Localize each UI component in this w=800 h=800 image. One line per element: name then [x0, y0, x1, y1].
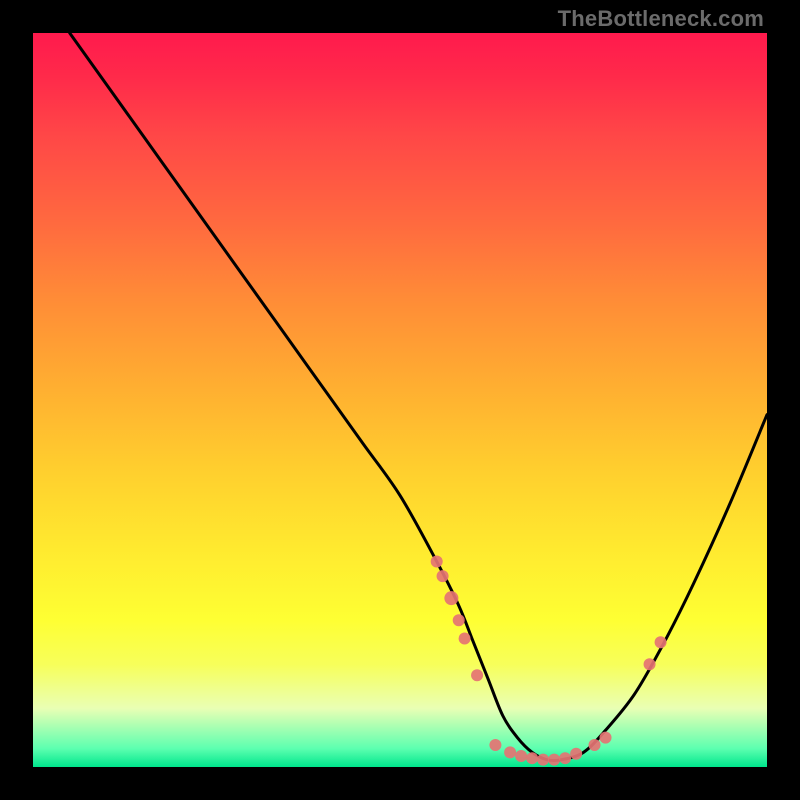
marker-dot [526, 752, 538, 764]
plot-area [33, 33, 767, 767]
marker-dot [437, 570, 449, 582]
marker-dot [570, 748, 582, 760]
marker-dot [589, 739, 601, 751]
marker-dot [548, 754, 560, 766]
marker-dot [444, 591, 458, 605]
marker-dot [655, 636, 667, 648]
marker-dot [489, 739, 501, 751]
marker-dot [471, 669, 483, 681]
marker-dot [431, 555, 443, 567]
marker-dot [644, 658, 656, 670]
marker-dot [537, 754, 549, 766]
chart-frame: TheBottleneck.com [0, 0, 800, 800]
marker-dot [453, 614, 465, 626]
curve-markers [431, 555, 667, 765]
marker-dot [559, 752, 571, 764]
marker-dot [515, 750, 527, 762]
marker-dot [504, 746, 516, 758]
bottleneck-curve [70, 33, 767, 761]
marker-dot [459, 633, 471, 645]
curve-layer [33, 33, 767, 767]
marker-dot [600, 732, 612, 744]
attribution-text: TheBottleneck.com [558, 6, 764, 32]
